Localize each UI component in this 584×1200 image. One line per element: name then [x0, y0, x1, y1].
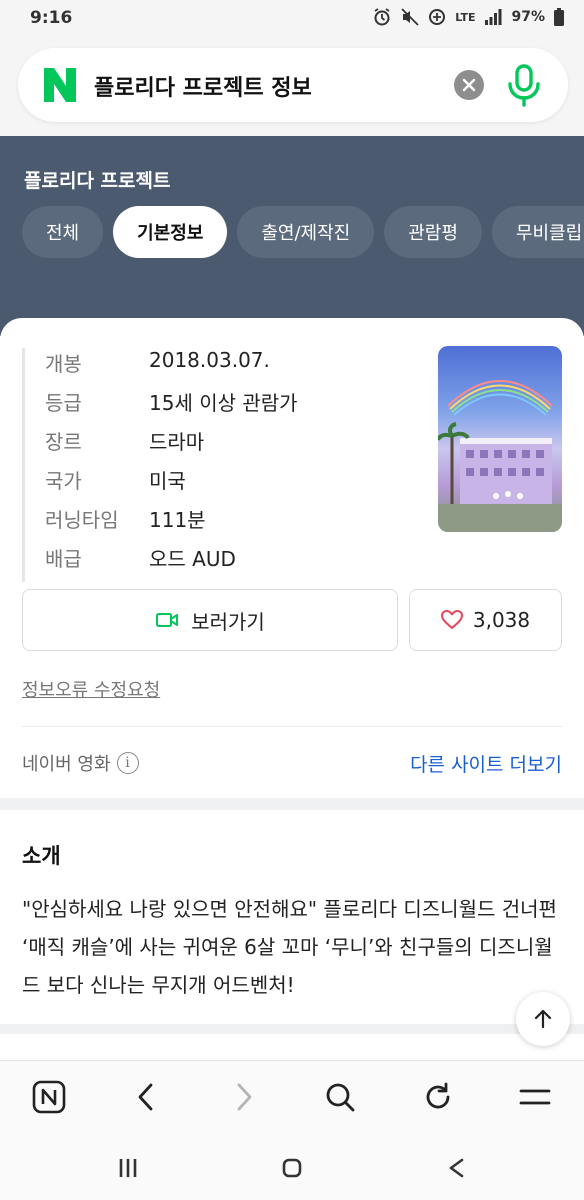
- poster-art: [438, 380, 562, 532]
- network-type: LTE: [455, 10, 476, 24]
- info-row-distributor: 배급 오드 AUD: [45, 543, 298, 582]
- naver-home-button[interactable]: [31, 1079, 67, 1115]
- search-box[interactable]: 플로리다 프로젝트 정보: [18, 48, 568, 122]
- tab-bar: 전체 기본정보 출연/제작진 관람평 무비클립: [22, 206, 584, 258]
- tab-movie-clips[interactable]: 무비클립: [491, 206, 584, 258]
- info-row-release: 개봉 2018.03.07.: [45, 348, 298, 387]
- info-label: 국가: [45, 469, 82, 493]
- section-gap: [0, 798, 584, 810]
- system-nav-bar: [0, 1136, 584, 1200]
- search-area: 플로리다 프로젝트 정보: [0, 36, 584, 136]
- intro-body: "안심하세요 나랑 있으면 안전해요" 플로리다 디즈니월드 건너편 ‘매직 캐…: [22, 897, 557, 997]
- recent-apps-icon: [119, 1159, 137, 1177]
- forward-button[interactable]: [226, 1079, 262, 1115]
- status-time: 9:16: [30, 8, 73, 28]
- home-icon: [282, 1158, 302, 1178]
- menu-button[interactable]: [517, 1079, 553, 1115]
- home-button[interactable]: [278, 1156, 306, 1180]
- battery-icon: [554, 8, 564, 26]
- system-back-button[interactable]: [442, 1156, 470, 1180]
- tab-reviews[interactable]: 관람평: [384, 206, 482, 258]
- info-icon[interactable]: i: [116, 752, 139, 774]
- intro-section: 소개 "안심하세요 나랑 있으면 안전해요" 플로리다 디즈니월드 건너편 ‘매…: [0, 810, 584, 1024]
- movie-poster[interactable]: [438, 346, 562, 532]
- source-name: 네이버 영화: [22, 754, 111, 775]
- back-button[interactable]: [128, 1079, 164, 1115]
- mute-icon: [401, 8, 419, 26]
- watch-button-label: 보러가기: [191, 609, 265, 634]
- info-label: 러닝타임: [45, 508, 119, 532]
- back-icon: [138, 1083, 153, 1111]
- status-icons: LTE 97%: [372, 7, 564, 27]
- alarm-icon: [374, 8, 390, 26]
- refresh-icon: [426, 1082, 450, 1109]
- more-sites-link[interactable]: 다른 사이트 더보기: [410, 750, 562, 777]
- info-value: 오드 AUD: [149, 547, 236, 571]
- battery-percent: 97%: [511, 9, 545, 25]
- search-button[interactable]: [322, 1079, 358, 1115]
- info-label: 개봉: [45, 352, 82, 376]
- watch-button[interactable]: 보러가기: [22, 589, 398, 651]
- info-card: 개봉 2018.03.07. 등급 15세 이상 관람가 장르 드라마 국가 미…: [0, 318, 584, 808]
- tab-basic-info[interactable]: 기본정보: [113, 206, 228, 258]
- info-label: 장르: [45, 430, 82, 454]
- naver-logo-icon[interactable]: [42, 66, 78, 104]
- info-label: 등급: [45, 391, 82, 415]
- back-icon: [449, 1158, 464, 1178]
- info-value: 드라마: [149, 430, 205, 454]
- source-label: 네이버 영화 i: [22, 750, 139, 776]
- heart-icon: [440, 610, 463, 629]
- report-error-link[interactable]: 정보오류 수정요청: [22, 676, 160, 702]
- scroll-to-top-button[interactable]: [516, 992, 570, 1046]
- info-label: 배급: [45, 547, 82, 571]
- like-count: 3,038: [472, 608, 531, 632]
- info-value: 2018.03.07.: [149, 348, 270, 372]
- movie-header: 플로리다 프로젝트 전체 기본정보 출연/제작진 관람평 무비클립: [0, 136, 584, 336]
- info-value: 15세 이상 관람가: [149, 391, 298, 415]
- microphone-icon[interactable]: [504, 62, 544, 108]
- browser-toolbar: [0, 1060, 584, 1136]
- refresh-button[interactable]: [420, 1079, 456, 1115]
- info-row-genre: 장르 드라마: [45, 426, 298, 465]
- arrow-up-icon: [534, 1009, 552, 1029]
- info-row-country: 국가 미국: [45, 465, 298, 504]
- tab-all[interactable]: 전체: [22, 206, 104, 258]
- info-list: 개봉 2018.03.07. 등급 15세 이상 관람가 장르 드라마 국가 미…: [22, 348, 298, 582]
- info-value: 111분: [149, 508, 206, 532]
- search-input[interactable]: 플로리다 프로젝트 정보: [94, 70, 312, 102]
- search-icon: [326, 1083, 355, 1112]
- like-button[interactable]: 3,038: [409, 589, 562, 651]
- info-row-rating: 등급 15세 이상 관람가: [45, 387, 298, 426]
- info-value: 미국: [149, 469, 186, 493]
- recent-apps-button[interactable]: [114, 1156, 142, 1180]
- intro-heading: 소개: [22, 844, 61, 868]
- forward-icon: [237, 1083, 252, 1111]
- info-row-runtime: 러닝타임 111분: [45, 504, 298, 543]
- video-camera-icon: [156, 613, 179, 627]
- close-icon: [462, 78, 476, 92]
- divider: [22, 726, 562, 727]
- clear-search-button[interactable]: [454, 70, 484, 100]
- movie-title: 플로리다 프로젝트: [24, 170, 171, 192]
- section-gap: [0, 1024, 584, 1034]
- data-saver-icon: [429, 9, 446, 25]
- menu-icon: [519, 1089, 551, 1105]
- naver-home-icon: [32, 1080, 66, 1114]
- signal-icon: [485, 9, 502, 25]
- status-bar: 9:16 LTE 97%: [0, 0, 584, 36]
- tab-cast-crew[interactable]: 출연/제작진: [237, 206, 375, 258]
